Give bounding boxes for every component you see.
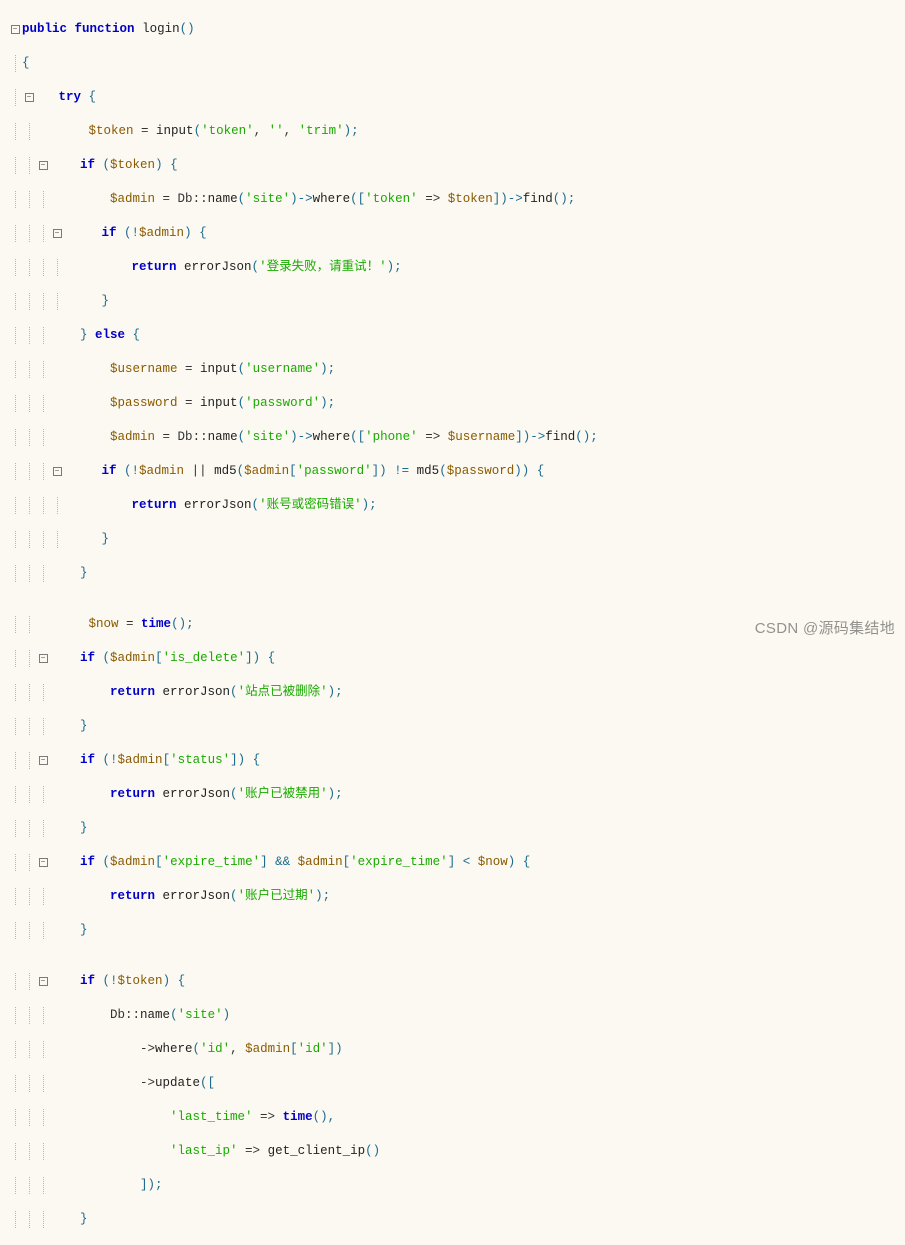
fold-icon[interactable]: − [36,854,50,871]
fold-icon[interactable]: − [36,157,50,174]
watermark: CSDN @源码集结地 [755,620,895,637]
code-line: public function login() [22,21,905,38]
fold-icon[interactable]: − [36,973,50,990]
fold-icon[interactable]: − [36,752,50,769]
fold-icon[interactable]: − [50,225,64,242]
fold-icon[interactable]: − [22,89,36,106]
fold-icon[interactable]: − [8,21,22,38]
fold-icon[interactable]: − [50,463,64,480]
fold-icon[interactable]: − [36,650,50,667]
